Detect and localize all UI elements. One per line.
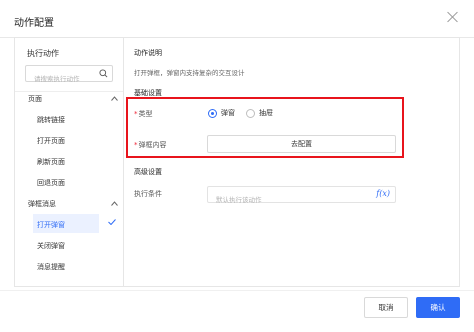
search-input[interactable] [26,71,100,87]
tree-item-open-dialog[interactable]: 打开弹窗 [37,220,65,230]
dialog-body: 执行动作 页面 跳转链接 打开页面 刷新页面 回退页面 弹框消息 打开弹窗 关闭… [14,37,460,287]
description-text: 打开弹框，弹窗内支持复杂的交互设计 [134,69,245,77]
highlight-annotation-box [126,97,404,158]
close-icon[interactable] [446,10,460,24]
condition-field[interactable]: f(x) [207,186,396,208]
action-tree-panel: 执行动作 页面 跳转链接 打开页面 刷新页面 回退页面 弹框消息 打开弹窗 关闭… [15,38,124,286]
action-search-field[interactable] [25,65,113,87]
tree-item-message-alert[interactable]: 消息提醒 [37,262,65,272]
tree-item-close-dialog[interactable]: 关闭弹窗 [37,241,65,251]
tree-item-refresh-page[interactable]: 刷新页面 [37,157,65,167]
advanced-settings-title: 高级设置 [134,168,162,176]
dialog-title: 动作配置 [14,18,54,29]
chevron-up-icon[interactable] [111,96,118,101]
action-settings-panel: 动作说明 打开弹框，弹窗内支持复杂的交互设计 基础设置 *类型 弹窗 抽屉 *弹… [125,38,459,286]
action-config-dialog: 动作配置 执行动作 页面 跳转链接 打开页面 刷新页面 回退页面 弹框消息 打 [0,0,474,332]
panel-title: 执行动作 [27,49,59,58]
condition-label: 执行条件 [134,190,162,198]
condition-input[interactable] [208,192,366,208]
confirm-button[interactable]: 确认 [416,297,460,318]
footer-divider [0,290,474,291]
tree-item-open-page[interactable]: 打开页面 [37,136,65,146]
panel-divider [15,91,123,92]
tree-item-back-page[interactable]: 回退页面 [37,178,65,188]
search-icon[interactable] [99,69,108,78]
tree-group-page[interactable]: 页面 [28,94,42,104]
function-icon[interactable]: f(x) [376,189,390,198]
check-icon [108,219,116,225]
cancel-button[interactable]: 取消 [364,297,408,318]
chevron-up-icon[interactable] [111,201,118,206]
description-title: 动作说明 [134,49,162,57]
tree-group-popup-message[interactable]: 弹框消息 [28,199,56,209]
tree-item-jump-link[interactable]: 跳转链接 [37,115,65,125]
